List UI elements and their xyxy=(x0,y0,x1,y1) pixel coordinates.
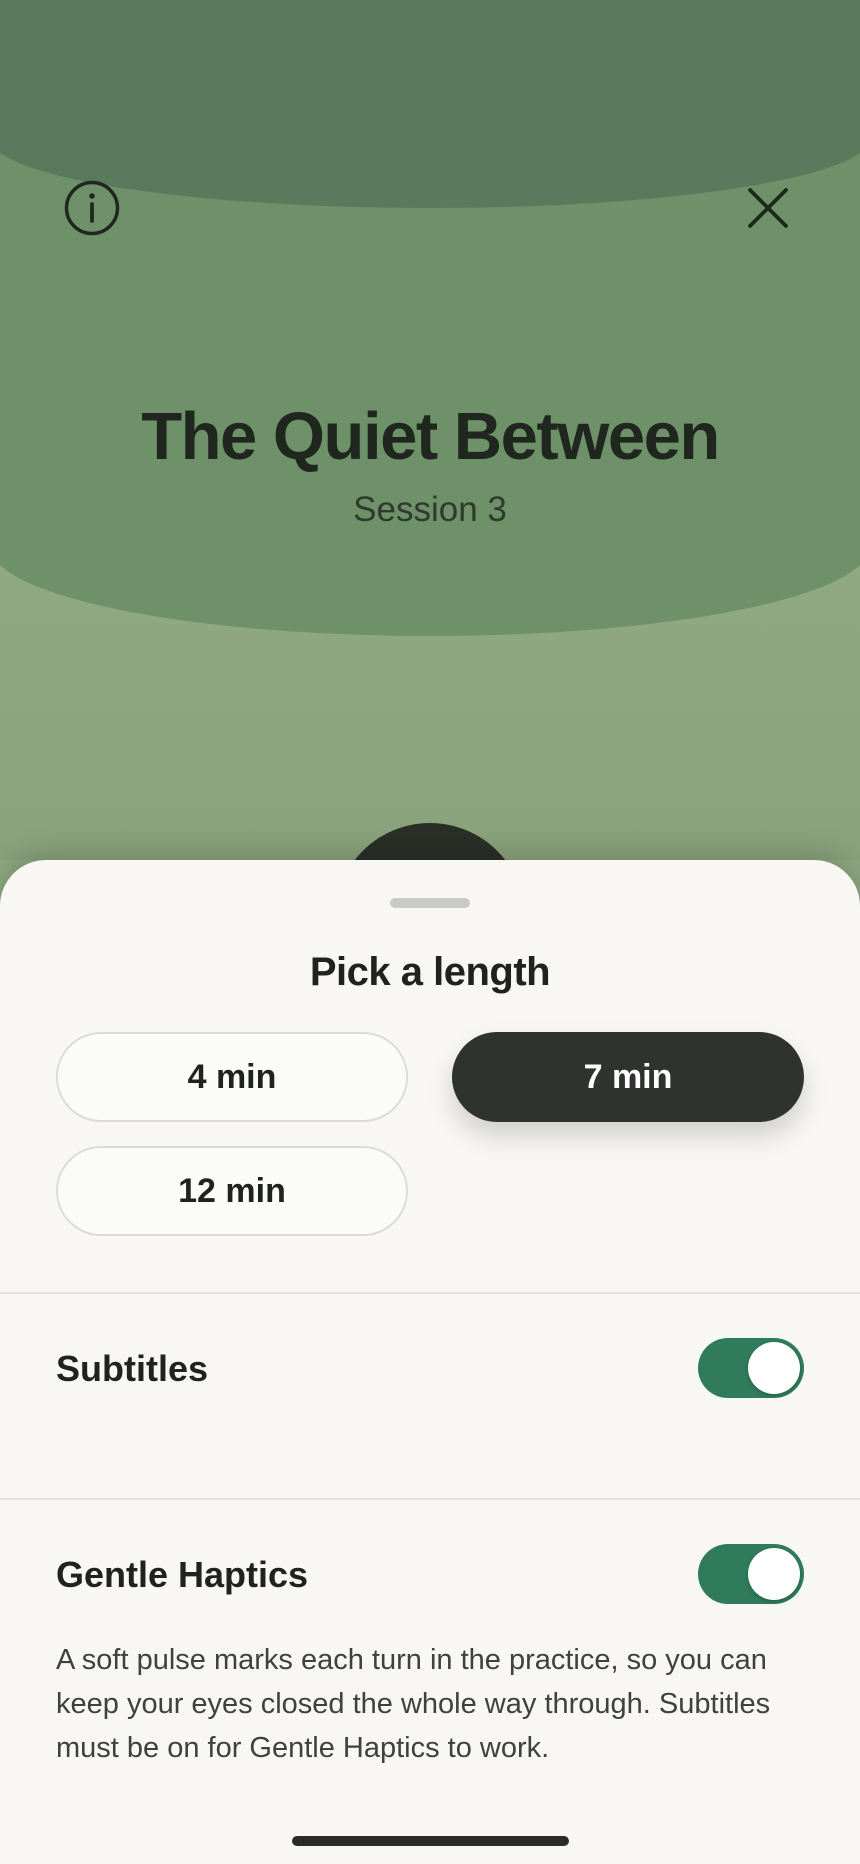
hero-band-top xyxy=(0,0,860,208)
subtitles-label: Subtitles xyxy=(56,1348,209,1389)
options-sheet: Pick a length 4 min 7 min 12 min Subtitl… xyxy=(0,860,860,1864)
close-x-icon xyxy=(748,188,788,228)
length-option-7-min[interactable]: 7 min xyxy=(452,1032,804,1122)
info-button[interactable] xyxy=(57,173,127,243)
session-hero: The Quiet Between Session 3 xyxy=(0,0,860,860)
length-option-label: 7 min xyxy=(583,1057,673,1096)
session-subtitle: Session 3 xyxy=(353,490,507,529)
gentle-haptics-toggle[interactable] xyxy=(698,1544,804,1604)
session-title: The Quiet Between xyxy=(141,399,720,474)
toggle-knob xyxy=(748,1342,800,1394)
close-button[interactable] xyxy=(733,173,803,243)
home-indicator xyxy=(292,1836,569,1846)
length-option-4-min[interactable]: 4 min xyxy=(56,1032,408,1122)
section-divider xyxy=(0,1292,860,1294)
info-circle-icon xyxy=(64,180,120,236)
subtitles-toggle[interactable] xyxy=(698,1338,804,1398)
length-option-12-min[interactable]: 12 min xyxy=(56,1146,408,1236)
length-option-label: 12 min xyxy=(178,1171,286,1210)
gentle-haptics-label: Gentle Haptics xyxy=(56,1554,309,1595)
length-option-label: 4 min xyxy=(187,1057,277,1096)
section-divider xyxy=(0,1498,860,1500)
gentle-haptics-description: A soft pulse marks each turn in the prac… xyxy=(56,1644,771,1764)
sheet-grabber[interactable] xyxy=(390,898,470,908)
sheet-title: Pick a length xyxy=(309,950,551,994)
toggle-knob xyxy=(748,1548,800,1600)
